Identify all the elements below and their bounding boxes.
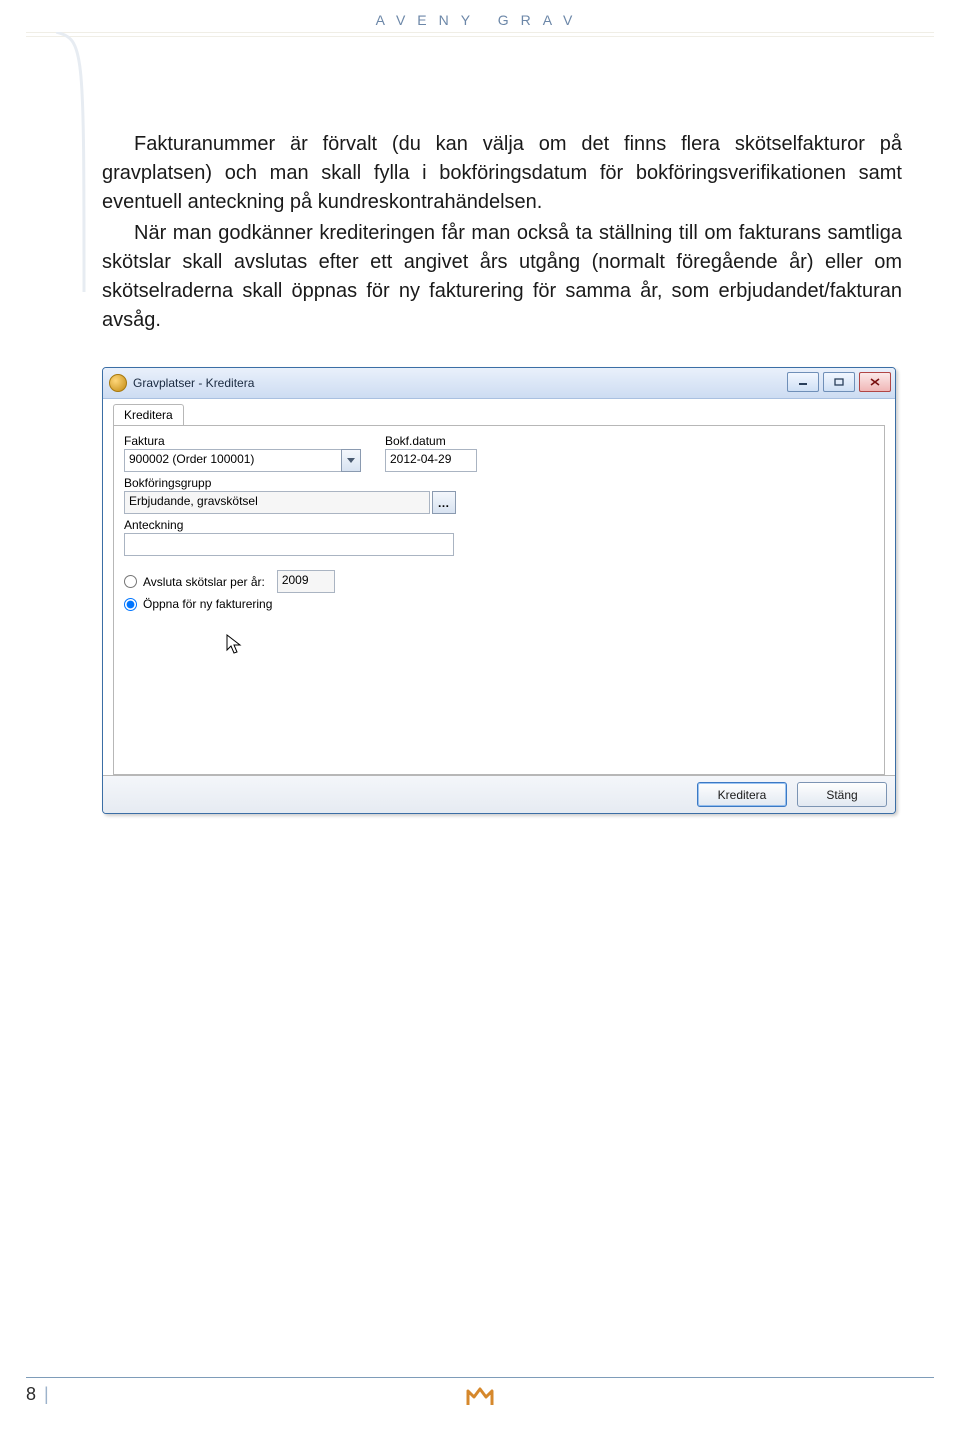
footer: 8| — [26, 1377, 934, 1405]
radio-group: Avsluta skötslar per år: 2009 Öppna för … — [124, 570, 874, 611]
paragraph-1: Fakturanummer är förvalt (du kan välja o… — [102, 130, 902, 217]
label-anteckning: Anteckning — [124, 518, 874, 532]
tab-kreditera[interactable]: Kreditera — [113, 404, 184, 426]
maximize-icon — [834, 378, 844, 386]
field-anteckning: Anteckning — [124, 518, 874, 556]
radio-avsluta-line: Avsluta skötslar per år: 2009 — [124, 570, 874, 593]
chevron-down-icon — [347, 458, 355, 464]
tab-page: Faktura 900002 (Order 100001) Bokf.datum… — [113, 425, 885, 775]
body-text: Fakturanummer är förvalt (du kan välja o… — [102, 130, 902, 814]
bokfdatum-input[interactable]: 2012-04-29 — [385, 449, 477, 472]
decorative-curve — [56, 32, 90, 292]
maximize-button[interactable] — [823, 372, 855, 392]
field-bokforingsgrupp: Bokföringsgrupp Erbjudande, gravskötsel … — [124, 476, 874, 514]
faktura-combo[interactable]: 900002 (Order 100001) — [124, 449, 361, 472]
button-bar: Kreditera Stäng — [103, 775, 895, 813]
faktura-value[interactable]: 900002 (Order 100001) — [124, 449, 341, 472]
top-divider — [26, 32, 934, 37]
bokforingsgrupp-value: Erbjudande, gravskötsel — [124, 491, 430, 514]
faktura-dropdown-button[interactable] — [341, 449, 361, 472]
titlebar[interactable]: Gravplatser - Kreditera — [103, 368, 895, 399]
bokforingsgrupp-browse-button[interactable]: … — [432, 491, 456, 514]
footer-divider — [26, 1377, 934, 1378]
radio-avsluta-label: Avsluta skötslar per år: — [143, 575, 265, 589]
ellipsis-icon: … — [438, 496, 451, 510]
radio-oppna[interactable] — [124, 598, 137, 611]
app-icon — [109, 374, 127, 392]
minimize-button[interactable] — [787, 372, 819, 392]
anteckning-input[interactable] — [124, 533, 454, 556]
label-bokforingsgrupp: Bokföringsgrupp — [124, 476, 874, 490]
kreditera-button[interactable]: Kreditera — [697, 782, 787, 807]
document-page: AVENY GRAV Fakturanummer är förvalt (du … — [0, 0, 960, 1429]
dialog-window: Gravplatser - Kreditera Kreditera — [102, 367, 896, 814]
label-faktura: Faktura — [124, 434, 361, 448]
label-bokfdatum: Bokf.datum — [385, 434, 477, 448]
minimize-icon — [798, 378, 808, 386]
cursor-icon — [226, 634, 244, 656]
radio-oppna-label: Öppna för ny fakturering — [143, 597, 272, 611]
paragraph-2: När man godkänner krediteringen får man … — [102, 219, 902, 335]
close-button[interactable] — [859, 372, 891, 392]
radio-oppna-line: Öppna för ny fakturering — [124, 597, 874, 611]
radio-avsluta[interactable] — [124, 575, 137, 588]
stang-button[interactable]: Stäng — [797, 782, 887, 807]
field-faktura: Faktura 900002 (Order 100001) — [124, 434, 361, 472]
tabbar: Kreditera — [113, 403, 885, 425]
window-buttons — [787, 372, 891, 392]
close-icon — [870, 378, 880, 386]
running-head: AVENY GRAV — [0, 12, 960, 28]
footer-logo-icon — [466, 1387, 494, 1407]
field-bokfdatum: Bokf.datum 2012-04-29 — [385, 434, 477, 472]
avsluta-year: 2009 — [277, 570, 335, 593]
window-title: Gravplatser - Kreditera — [133, 376, 254, 390]
